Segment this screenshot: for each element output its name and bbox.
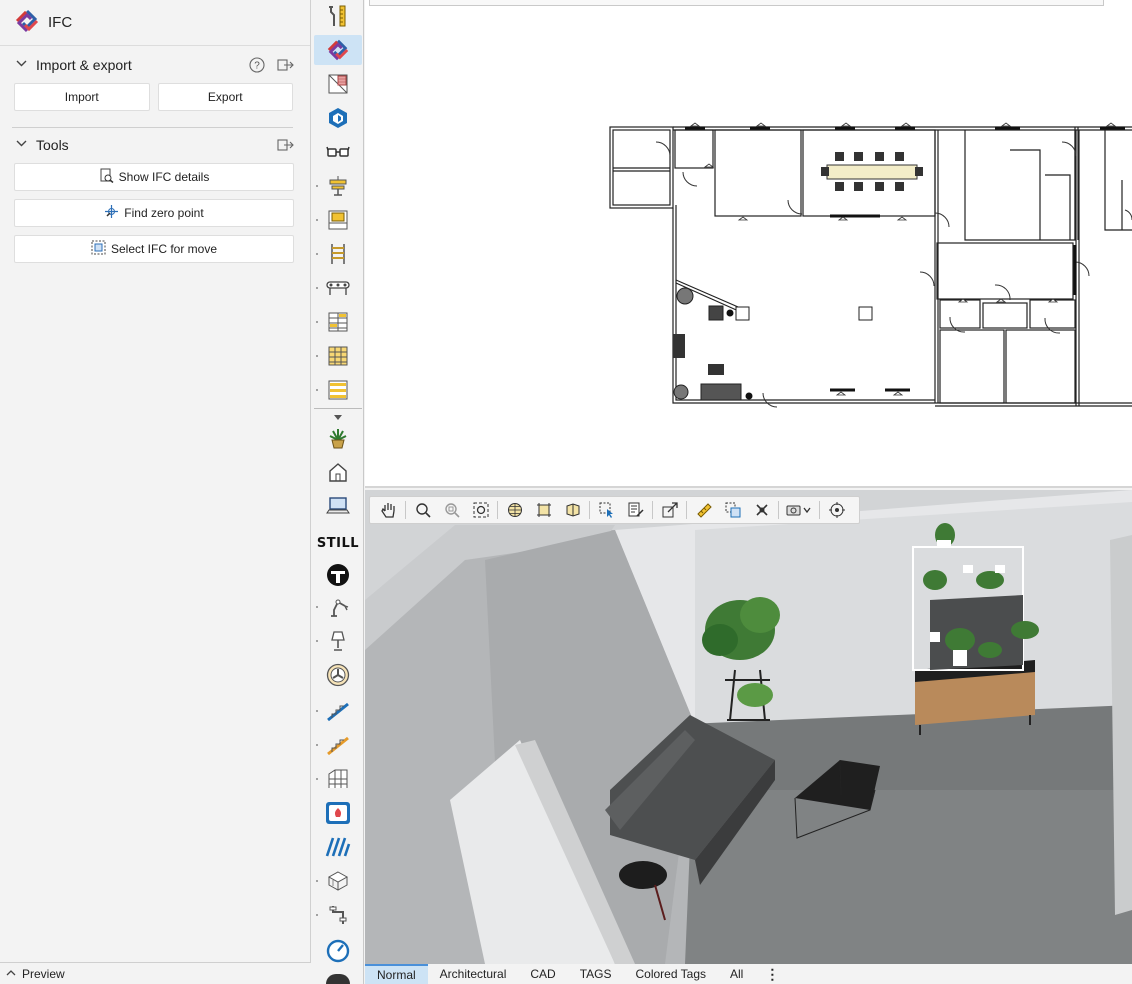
stripes-icon[interactable] <box>314 832 362 862</box>
import-export-title: Import & export <box>36 57 132 73</box>
tab-tags[interactable]: TAGS <box>568 964 624 984</box>
section-divider <box>12 127 293 128</box>
detach-icon[interactable] <box>276 136 294 154</box>
globe-icon[interactable] <box>500 498 529 522</box>
svg-text:?: ? <box>254 61 260 72</box>
resize-icon[interactable] <box>655 498 684 522</box>
shelving-icon[interactable] <box>314 307 362 337</box>
ifc-icon[interactable] <box>314 35 362 65</box>
target-icon[interactable] <box>822 498 851 522</box>
app-window: IFC Import & export ? Import Export Tool… <box>0 0 1132 984</box>
3d-view[interactable] <box>365 490 1132 964</box>
hanging-light-icon[interactable] <box>314 171 362 201</box>
ladder-icon[interactable] <box>314 239 362 269</box>
preview-toggle[interactable]: Preview <box>0 962 311 984</box>
home-icon[interactable] <box>314 457 362 487</box>
box-stack-icon[interactable] <box>314 866 362 896</box>
tool-palette: STILL <box>312 0 364 984</box>
magnify-doc-icon <box>99 168 114 186</box>
sketchup-icon[interactable] <box>314 103 362 133</box>
more-options-icon[interactable]: ⋮ <box>755 966 789 983</box>
pipe-icon[interactable] <box>314 900 362 930</box>
zoom-extents-icon[interactable] <box>466 498 495 522</box>
tab-normal[interactable]: Normal <box>365 964 428 984</box>
lamp-icon[interactable] <box>314 626 362 656</box>
zoom-region-icon[interactable] <box>437 498 466 522</box>
bounding-box-icon[interactable] <box>529 498 558 522</box>
storage-rack-icon[interactable] <box>314 764 362 794</box>
select-ifc-move-label: Select IFC for move <box>110 242 218 256</box>
tools-header[interactable]: Tools <box>0 129 310 161</box>
panel-header: IFC <box>0 0 310 46</box>
find-zero-point-button[interactable]: Find zero point <box>14 199 294 227</box>
more-tools-caret-icon[interactable] <box>334 410 342 424</box>
glasses-icon[interactable] <box>314 137 362 167</box>
floor-plan-view[interactable] <box>365 0 1132 488</box>
partial-toolbar-icon[interactable] <box>326 974 350 984</box>
conveyor-icon[interactable] <box>314 273 362 303</box>
stairs-orange-icon[interactable] <box>314 730 362 760</box>
edit-list-icon[interactable] <box>621 498 650 522</box>
tab-cad[interactable]: CAD <box>518 964 567 984</box>
tab-all[interactable]: All <box>718 964 755 984</box>
chevron-down-icon[interactable] <box>16 138 28 152</box>
ifc-logo-icon <box>14 8 40 37</box>
show-ifc-details-button[interactable]: Show IFC details <box>14 163 294 191</box>
select-move-icon <box>91 240 106 258</box>
still-logo[interactable]: STILL <box>314 528 362 558</box>
laptop-icon[interactable] <box>314 491 362 521</box>
view-tabs: Normal Architectural CAD TAGS Colored Ta… <box>365 964 1132 984</box>
floor-plan-drawing <box>609 122 1132 408</box>
view-toolbar <box>369 496 860 524</box>
wrench-ruler-icon[interactable] <box>314 1 362 31</box>
tools-section: Tools Show IFC details Find zero point S… <box>0 129 310 263</box>
wall-icon[interactable] <box>314 69 362 99</box>
import-button[interactable]: Import <box>14 83 150 111</box>
robot-arm-icon[interactable] <box>314 592 362 622</box>
fire-extinguisher-icon[interactable] <box>314 798 362 828</box>
preview-label: Preview <box>22 966 65 981</box>
show-ifc-details-label: Show IFC details <box>118 170 210 184</box>
chevron-down-icon[interactable] <box>16 58 28 72</box>
gauge-icon[interactable] <box>314 936 362 966</box>
export-button[interactable]: Export <box>157 83 293 111</box>
plant-icon[interactable] <box>314 423 362 453</box>
select-ifc-move-button[interactable]: Select IFC for move <box>14 235 294 263</box>
select-arrow-icon[interactable] <box>592 498 621 522</box>
camera-icon[interactable] <box>781 498 817 522</box>
t-logo-icon[interactable] <box>314 560 362 590</box>
help-icon[interactable]: ? <box>248 56 266 74</box>
zero-point-icon <box>104 204 119 222</box>
ifc-panel: IFC Import & export ? Import Export Tool… <box>0 0 311 984</box>
clone-icon[interactable] <box>718 498 747 522</box>
3d-scene <box>365 490 1132 964</box>
perspective-icon[interactable] <box>558 498 587 522</box>
shelf-grid-icon[interactable] <box>314 341 362 371</box>
tools-title: Tools <box>36 137 69 153</box>
door-frame-icon[interactable] <box>314 205 362 235</box>
zoom-icon[interactable] <box>408 498 437 522</box>
fan-icon[interactable] <box>314 660 362 690</box>
tab-architectural[interactable]: Architectural <box>428 964 519 984</box>
tab-colored-tags[interactable]: Colored Tags <box>624 964 719 984</box>
import-export-section: Import & export ? Import Export <box>0 49 310 111</box>
pallet-rack-icon[interactable] <box>314 375 362 405</box>
chevron-up-icon[interactable] <box>6 967 16 981</box>
measure-ruler-icon[interactable] <box>689 498 718 522</box>
delete-icon[interactable] <box>747 498 776 522</box>
import-export-header[interactable]: Import & export ? <box>0 49 310 81</box>
detach-icon[interactable] <box>276 56 294 74</box>
panel-title: IFC <box>48 14 73 31</box>
pan-hand-icon[interactable] <box>374 498 403 522</box>
find-zero-point-label: Find zero point <box>124 206 204 220</box>
stairs-blue-icon[interactable] <box>314 696 362 726</box>
